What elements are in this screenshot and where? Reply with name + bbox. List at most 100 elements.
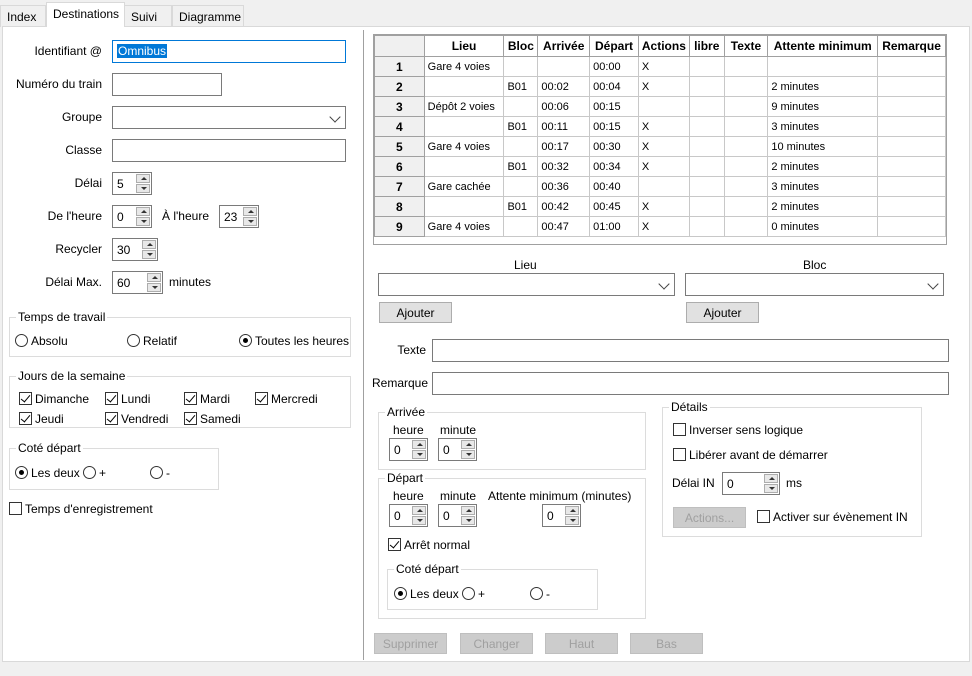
table-cell[interactable]: 2 minutes [767, 76, 879, 97]
arrivee-heure-spinner[interactable]: 0 [389, 438, 428, 461]
spin-down-icon[interactable] [764, 484, 778, 493]
table-cell[interactable] [877, 56, 946, 77]
radio-les-deux[interactable]: Les deux [15, 466, 80, 480]
spin-down-icon[interactable] [565, 516, 579, 525]
table-cell[interactable] [423, 116, 505, 137]
spin-up-icon[interactable] [412, 506, 426, 515]
table-cell[interactable]: X [637, 76, 690, 97]
table-cell[interactable]: 00:45 [589, 196, 639, 217]
tab-index[interactable]: Index [0, 5, 46, 27]
grid-header[interactable]: Arrivée [537, 35, 591, 57]
table-cell[interactable] [877, 196, 946, 217]
spin-down-icon[interactable] [243, 217, 257, 226]
grid-header[interactable]: Actions [637, 35, 690, 57]
table-cell[interactable]: X [637, 216, 690, 237]
table-cell[interactable] [767, 56, 879, 77]
grid-header[interactable]: Texte [723, 35, 769, 57]
table-row[interactable]: 2 B01 00:02 00:04 X 2 minutes [374, 76, 946, 97]
spin-up-icon[interactable] [243, 207, 257, 216]
tab-destinations[interactable]: Destinations [46, 2, 125, 27]
table-row[interactable]: 8 B01 00:42 00:45 X 2 minutes [374, 196, 946, 217]
table-cell[interactable] [423, 196, 505, 217]
row-header[interactable]: 7 [374, 176, 425, 197]
spin-down-icon[interactable] [412, 450, 426, 459]
check-inverser[interactable]: Inverser sens logique [673, 423, 803, 437]
table-cell[interactable]: 00:06 [537, 96, 591, 117]
bloc-select[interactable] [685, 273, 944, 296]
groupe-select[interactable] [112, 106, 346, 129]
table-cell[interactable] [503, 96, 539, 117]
table-cell[interactable] [688, 156, 725, 177]
table-cell[interactable]: B01 [503, 116, 539, 137]
delai-in-spinner[interactable]: 0 [722, 472, 780, 495]
tab-suivi[interactable]: Suivi [124, 5, 172, 27]
delai-max-spinner[interactable]: 60 [112, 271, 163, 294]
table-cell[interactable]: B01 [503, 196, 539, 217]
grid-header[interactable]: Remarque [877, 35, 946, 57]
check-activer[interactable]: Activer sur évènement IN [757, 510, 908, 524]
check-dimanche[interactable]: Dimanche [19, 392, 89, 406]
table-cell[interactable] [503, 136, 539, 157]
check-mardi[interactable]: Mardi [184, 392, 230, 406]
radio-moins[interactable]: - [150, 466, 170, 480]
spin-up-icon[interactable] [147, 273, 161, 282]
depart-heure-spinner[interactable]: 0 [389, 504, 428, 527]
table-cell[interactable] [688, 176, 725, 197]
table-cell[interactable] [688, 56, 725, 77]
table-cell[interactable] [423, 76, 505, 97]
table-row[interactable]: 6 B01 00:32 00:34 X 2 minutes [374, 156, 946, 177]
table-cell[interactable] [637, 176, 690, 197]
haut-button[interactable]: Haut [545, 633, 618, 654]
numero-input[interactable] [112, 73, 222, 96]
table-row[interactable]: 1 Gare 4 voies 00:00 X [374, 56, 946, 77]
table-cell[interactable]: 9 minutes [767, 96, 879, 117]
table-cell[interactable] [423, 156, 505, 177]
table-row[interactable]: 3 Dépôt 2 voies 00:06 00:15 9 minutes [374, 96, 946, 117]
tab-diagramme[interactable]: Diagramme [172, 5, 244, 27]
attente-spinner[interactable]: 0 [542, 504, 581, 527]
arrivee-minute-spinner[interactable]: 0 [438, 438, 477, 461]
table-cell[interactable]: 00:00 [589, 56, 639, 77]
table-cell[interactable]: Gare cachée [423, 176, 505, 197]
check-jeudi[interactable]: Jeudi [19, 412, 64, 426]
check-arret-normal[interactable]: Arrêt normal [388, 538, 470, 552]
table-row[interactable]: 4 B01 00:11 00:15 X 3 minutes [374, 116, 946, 137]
radio-plus[interactable]: + [83, 466, 106, 480]
check-mercredi[interactable]: Mercredi [255, 392, 318, 406]
table-cell[interactable]: 01:00 [589, 216, 639, 237]
table-cell[interactable]: Gare 4 voies [423, 216, 505, 237]
table-cell[interactable] [877, 96, 946, 117]
table-cell[interactable]: 0 minutes [767, 216, 879, 237]
table-cell[interactable]: 00:17 [537, 136, 591, 157]
spin-down-icon[interactable] [142, 250, 156, 259]
spin-down-icon[interactable] [461, 450, 475, 459]
table-cell[interactable] [723, 156, 769, 177]
table-cell[interactable] [877, 176, 946, 197]
table-cell[interactable]: 00:47 [537, 216, 591, 237]
table-row[interactable]: 9 Gare 4 voies 00:47 01:00 X 0 minutes [374, 216, 946, 237]
table-cell[interactable]: X [637, 196, 690, 217]
ajouter-lieu-button[interactable]: Ajouter [379, 302, 452, 323]
grid-header[interactable]: Bloc [503, 35, 539, 57]
destinations-grid[interactable]: Lieu Bloc Arrivée Départ Actions libre T… [373, 34, 947, 245]
table-cell[interactable] [877, 136, 946, 157]
grid-header[interactable]: libre [688, 35, 725, 57]
row-header[interactable]: 6 [374, 156, 425, 177]
table-cell[interactable]: 00:15 [589, 96, 639, 117]
table-cell[interactable] [503, 56, 539, 77]
radio-depart-les-deux[interactable]: Les deux [394, 587, 459, 601]
table-cell[interactable] [688, 116, 725, 137]
grid-header[interactable]: Départ [589, 35, 639, 57]
row-header[interactable]: 8 [374, 196, 425, 217]
table-cell[interactable] [723, 96, 769, 117]
table-row[interactable]: 5 Gare 4 voies 00:17 00:30 X 10 minutes [374, 136, 946, 157]
table-cell[interactable] [723, 116, 769, 137]
spin-down-icon[interactable] [136, 184, 150, 193]
radio-absolu[interactable]: Absolu [15, 334, 68, 348]
table-cell[interactable] [637, 96, 690, 117]
actions-button[interactable]: Actions... [673, 507, 746, 528]
check-temps-enregistrement[interactable]: Temps d'enregistrement [9, 502, 153, 516]
spin-up-icon[interactable] [565, 506, 579, 515]
table-cell[interactable]: X [637, 56, 690, 77]
spin-up-icon[interactable] [136, 207, 150, 216]
